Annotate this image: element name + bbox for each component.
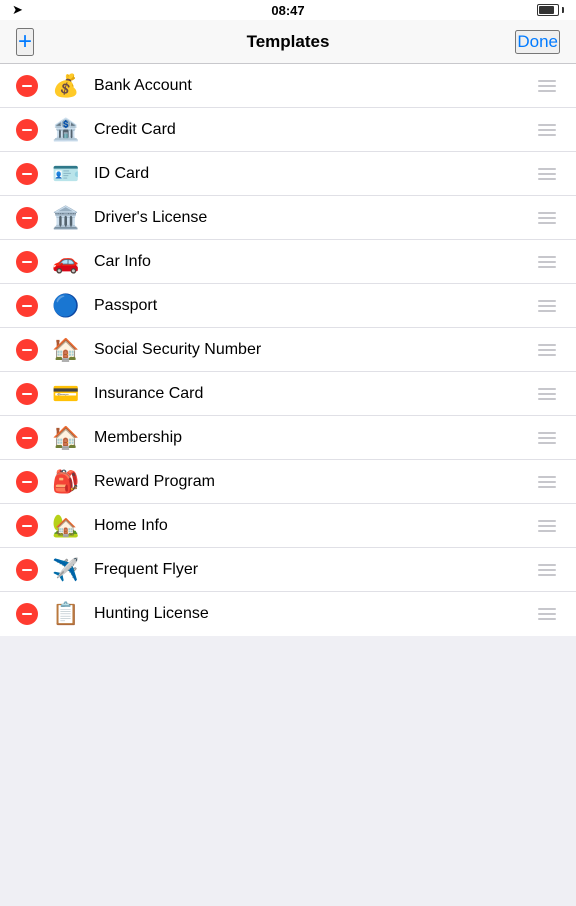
status-bar: ➤ 08:47 <box>0 0 576 20</box>
delete-button[interactable] <box>16 339 38 361</box>
item-label: Hunting License <box>94 605 534 623</box>
drag-handle[interactable] <box>534 560 560 580</box>
item-icon: 🎒 <box>50 466 82 498</box>
delete-button[interactable] <box>16 471 38 493</box>
delete-button[interactable] <box>16 515 38 537</box>
time-display: 08:47 <box>271 3 304 18</box>
drag-handle[interactable] <box>534 516 560 536</box>
item-label: Driver's License <box>94 209 534 227</box>
delete-button[interactable] <box>16 207 38 229</box>
item-label: Membership <box>94 429 534 447</box>
item-icon: 🔵 <box>50 290 82 322</box>
delete-button[interactable] <box>16 75 38 97</box>
drag-handle[interactable] <box>534 76 560 96</box>
delete-button[interactable] <box>16 383 38 405</box>
drag-handle[interactable] <box>534 604 560 624</box>
item-icon: ✈️ <box>50 554 82 586</box>
add-button[interactable]: + <box>16 28 34 56</box>
item-label: Credit Card <box>94 121 534 139</box>
drag-handle[interactable] <box>534 164 560 184</box>
item-label: Insurance Card <box>94 385 534 403</box>
item-icon: 🚗 <box>50 246 82 278</box>
item-label: ID Card <box>94 165 534 183</box>
item-icon: 🏡 <box>50 510 82 542</box>
item-icon: 📋 <box>50 598 82 630</box>
item-label: Passport <box>94 297 534 315</box>
signal-icon: ➤ <box>12 2 23 18</box>
list-item[interactable]: 📋 Hunting License <box>0 592 576 636</box>
list-item[interactable]: 🏠 Membership <box>0 416 576 460</box>
list-item[interactable]: 💳 Insurance Card <box>0 372 576 416</box>
delete-button[interactable] <box>16 603 38 625</box>
delete-button[interactable] <box>16 163 38 185</box>
battery-tip <box>562 7 564 13</box>
nav-title: Templates <box>247 32 330 52</box>
list-item[interactable]: 🔵 Passport <box>0 284 576 328</box>
drag-handle[interactable] <box>534 120 560 140</box>
delete-button[interactable] <box>16 427 38 449</box>
item-icon: 🪪 <box>50 158 82 190</box>
drag-handle[interactable] <box>534 252 560 272</box>
list-item[interactable]: ✈️ Frequent Flyer <box>0 548 576 592</box>
battery-fill <box>539 6 554 14</box>
templates-list: 💰 Bank Account 🏦 Credit Card 🪪 ID Card 🏛… <box>0 64 576 636</box>
drag-handle[interactable] <box>534 296 560 316</box>
item-icon: 💳 <box>50 378 82 410</box>
item-label: Home Info <box>94 517 534 535</box>
delete-button[interactable] <box>16 251 38 273</box>
item-icon: 🏠 <box>50 422 82 454</box>
battery-body <box>537 4 559 16</box>
item-icon: 🏠 <box>50 334 82 366</box>
delete-button[interactable] <box>16 295 38 317</box>
item-label: Bank Account <box>94 77 534 95</box>
list-item[interactable]: 🏠 Social Security Number <box>0 328 576 372</box>
list-item[interactable]: 💰 Bank Account <box>0 64 576 108</box>
item-label: Car Info <box>94 253 534 271</box>
list-item[interactable]: 🏡 Home Info <box>0 504 576 548</box>
drag-handle[interactable] <box>534 384 560 404</box>
bottom-area <box>0 636 576 906</box>
list-item[interactable]: 🎒 Reward Program <box>0 460 576 504</box>
list-item[interactable]: 🪪 ID Card <box>0 152 576 196</box>
item-icon: 💰 <box>50 70 82 102</box>
delete-button[interactable] <box>16 119 38 141</box>
list-item[interactable]: 🏦 Credit Card <box>0 108 576 152</box>
drag-handle[interactable] <box>534 340 560 360</box>
item-icon: 🏛️ <box>50 202 82 234</box>
done-button[interactable]: Done <box>515 30 560 54</box>
battery-indicator <box>537 4 564 16</box>
item-label: Social Security Number <box>94 341 534 359</box>
drag-handle[interactable] <box>534 472 560 492</box>
list-item[interactable]: 🏛️ Driver's License <box>0 196 576 240</box>
item-icon: 🏦 <box>50 114 82 146</box>
item-label: Frequent Flyer <box>94 561 534 579</box>
delete-button[interactable] <box>16 559 38 581</box>
nav-bar: + Templates Done <box>0 20 576 64</box>
item-label: Reward Program <box>94 473 534 491</box>
list-item[interactable]: 🚗 Car Info <box>0 240 576 284</box>
drag-handle[interactable] <box>534 208 560 228</box>
drag-handle[interactable] <box>534 428 560 448</box>
